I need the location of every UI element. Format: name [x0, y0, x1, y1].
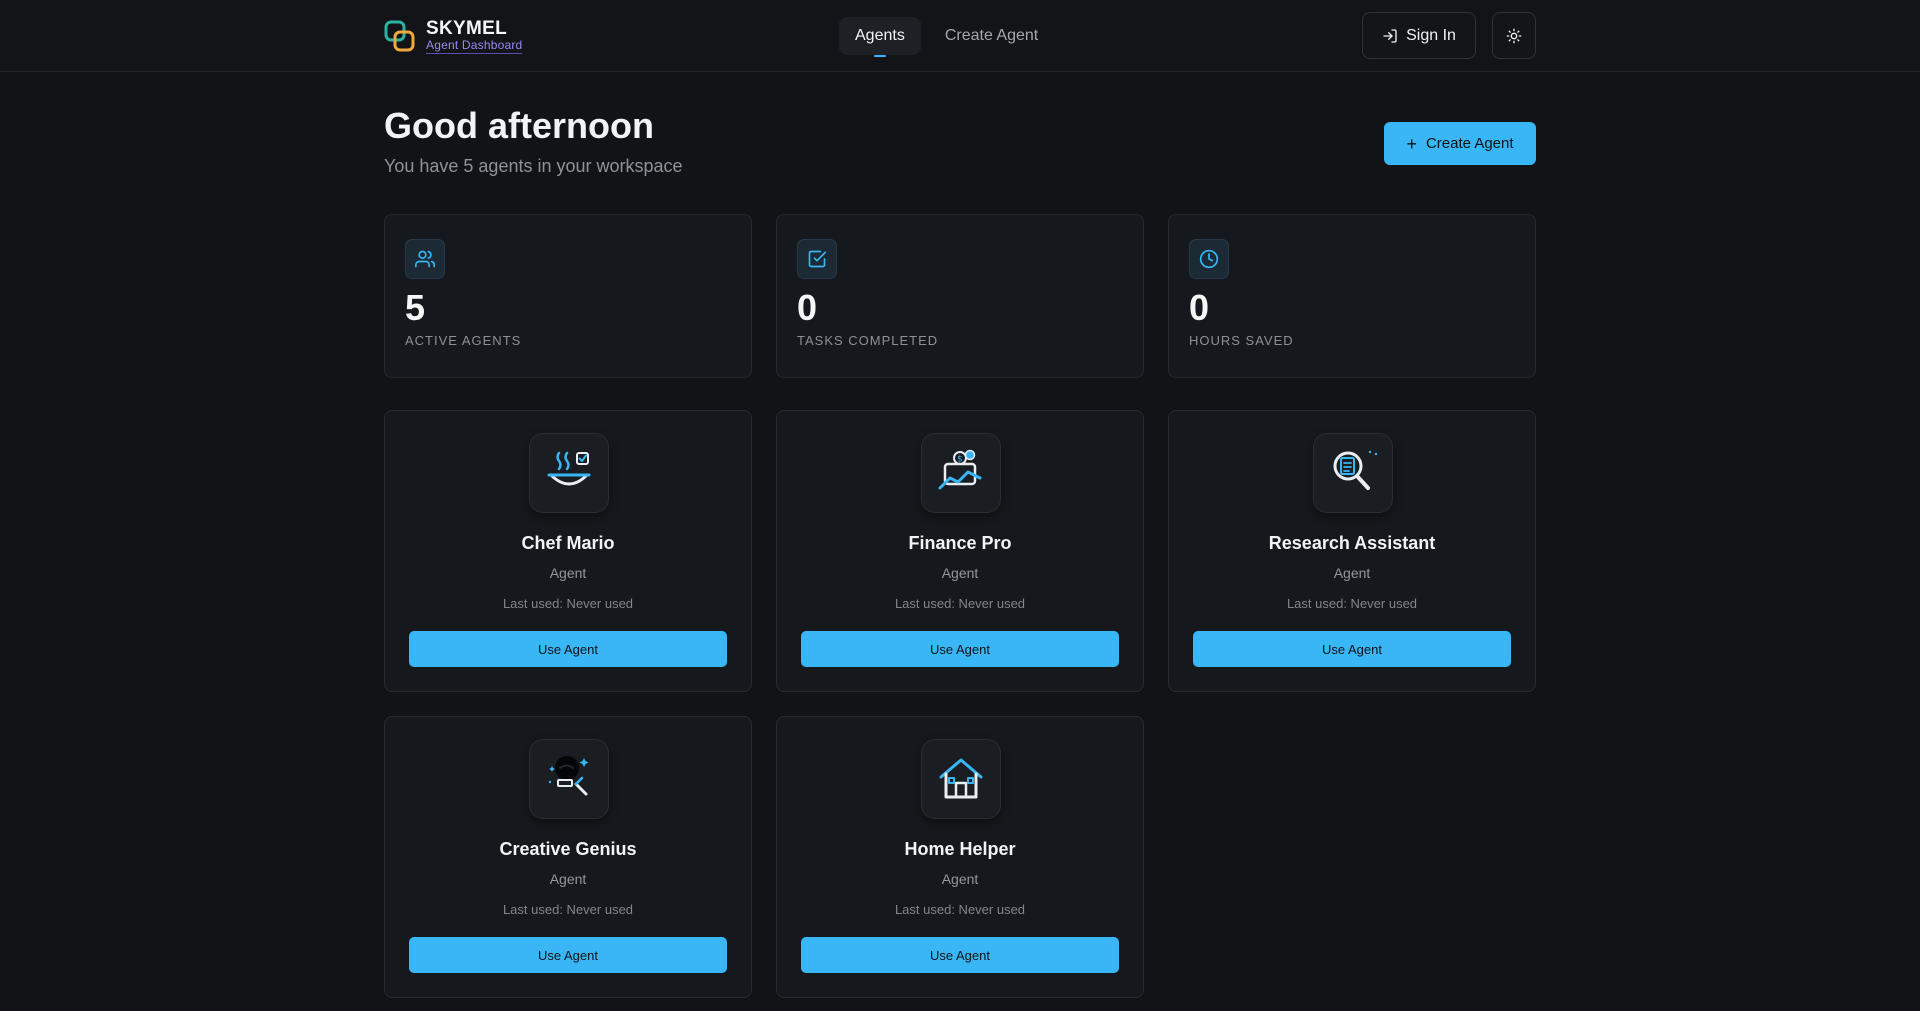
stat-card-active-agents: 5 ACTIVE AGENTS — [384, 214, 752, 378]
page-subtitle: You have 5 agents in your workspace — [384, 156, 683, 176]
agent-last-used: Last used: Never used — [1286, 596, 1418, 611]
magnifier-document-icon — [1313, 433, 1393, 513]
agent-name: Finance Pro — [908, 533, 1012, 553]
brand[interactable]: SKYMEL Agent Dashboard — [384, 17, 523, 54]
stat-value: 0 — [1189, 287, 1210, 328]
agent-role: Agent — [1333, 565, 1371, 581]
theme-toggle-button[interactable] — [1492, 12, 1536, 59]
house-icon — [921, 739, 1001, 819]
check-square-icon — [797, 239, 837, 279]
sun-icon — [1506, 28, 1522, 43]
stat-label: TASKS COMPLETED — [797, 333, 939, 348]
stat-label: HOURS SAVED — [1189, 333, 1294, 348]
agent-last-used: Last used: Never used — [502, 902, 634, 917]
sign-in-icon — [1383, 28, 1397, 43]
stat-value: 5 — [405, 287, 426, 328]
use-agent-button[interactable]: Use Agent — [409, 631, 727, 667]
agent-card-finance-pro: $ Finance Pro Agent Last used: Never use… — [776, 410, 1144, 692]
agent-role: Agent — [549, 565, 587, 581]
main-nav: Agents Create Agent — [839, 17, 1054, 57]
use-agent-button[interactable]: Use Agent — [409, 937, 727, 973]
stat-card-hours-saved: 0 HOURS SAVED — [1168, 214, 1536, 378]
users-icon — [405, 239, 445, 279]
top-header: SKYMEL Agent Dashboard Agents Create Age… — [0, 0, 1920, 72]
svg-text:$: $ — [957, 455, 963, 465]
page-title: Good afternoon — [384, 105, 654, 146]
agent-last-used: Last used: Never used — [894, 596, 1026, 611]
chef-bowl-icon — [529, 433, 609, 513]
agent-card-creative-genius: Creative Genius Agent Last used: Never u… — [384, 716, 752, 998]
agent-role: Agent — [549, 871, 587, 887]
agent-name: Research Assistant — [1268, 533, 1436, 553]
agent-name: Creative Genius — [499, 839, 637, 859]
nav-tab-create-agent[interactable]: Create Agent — [929, 17, 1054, 55]
plus-icon: + — [1406, 133, 1417, 154]
sign-in-label: Sign In — [1406, 26, 1456, 44]
use-agent-button[interactable]: Use Agent — [801, 937, 1119, 973]
stat-value: 0 — [797, 287, 818, 328]
agent-name: Home Helper — [904, 839, 1016, 859]
brand-logo-icon — [384, 20, 415, 52]
clock-icon — [1189, 239, 1229, 279]
create-agent-label: Create Agent — [1425, 135, 1514, 152]
agent-last-used: Last used: Never used — [894, 902, 1026, 917]
magic-wand-icon — [529, 739, 609, 819]
sign-in-button[interactable]: Sign In — [1362, 12, 1476, 59]
stat-label: ACTIVE AGENTS — [405, 333, 522, 348]
nav-tab-agents[interactable]: Agents — [839, 17, 921, 57]
agent-name: Chef Mario — [521, 533, 615, 553]
agent-card-research-assistant: Research Assistant Agent Last used: Neve… — [1168, 410, 1536, 692]
brand-subtitle: Agent Dashboard — [426, 37, 523, 54]
create-agent-button[interactable]: + Create Agent — [1384, 122, 1536, 165]
use-agent-button[interactable]: Use Agent — [1193, 631, 1511, 667]
agent-role: Agent — [941, 871, 979, 887]
agent-last-used: Last used: Never used — [502, 596, 634, 611]
agent-role: Agent — [941, 565, 979, 581]
stat-card-tasks-completed: 0 TASKS COMPLETED — [776, 214, 1144, 378]
finance-chart-icon: $ — [921, 433, 1001, 513]
agent-card-home-helper: Home Helper Agent Last used: Never used … — [776, 716, 1144, 998]
agent-card-chef-mario: Chef Mario Agent Last used: Never used U… — [384, 410, 752, 692]
use-agent-button[interactable]: Use Agent — [801, 631, 1119, 667]
brand-name: SKYMEL — [426, 17, 507, 39]
